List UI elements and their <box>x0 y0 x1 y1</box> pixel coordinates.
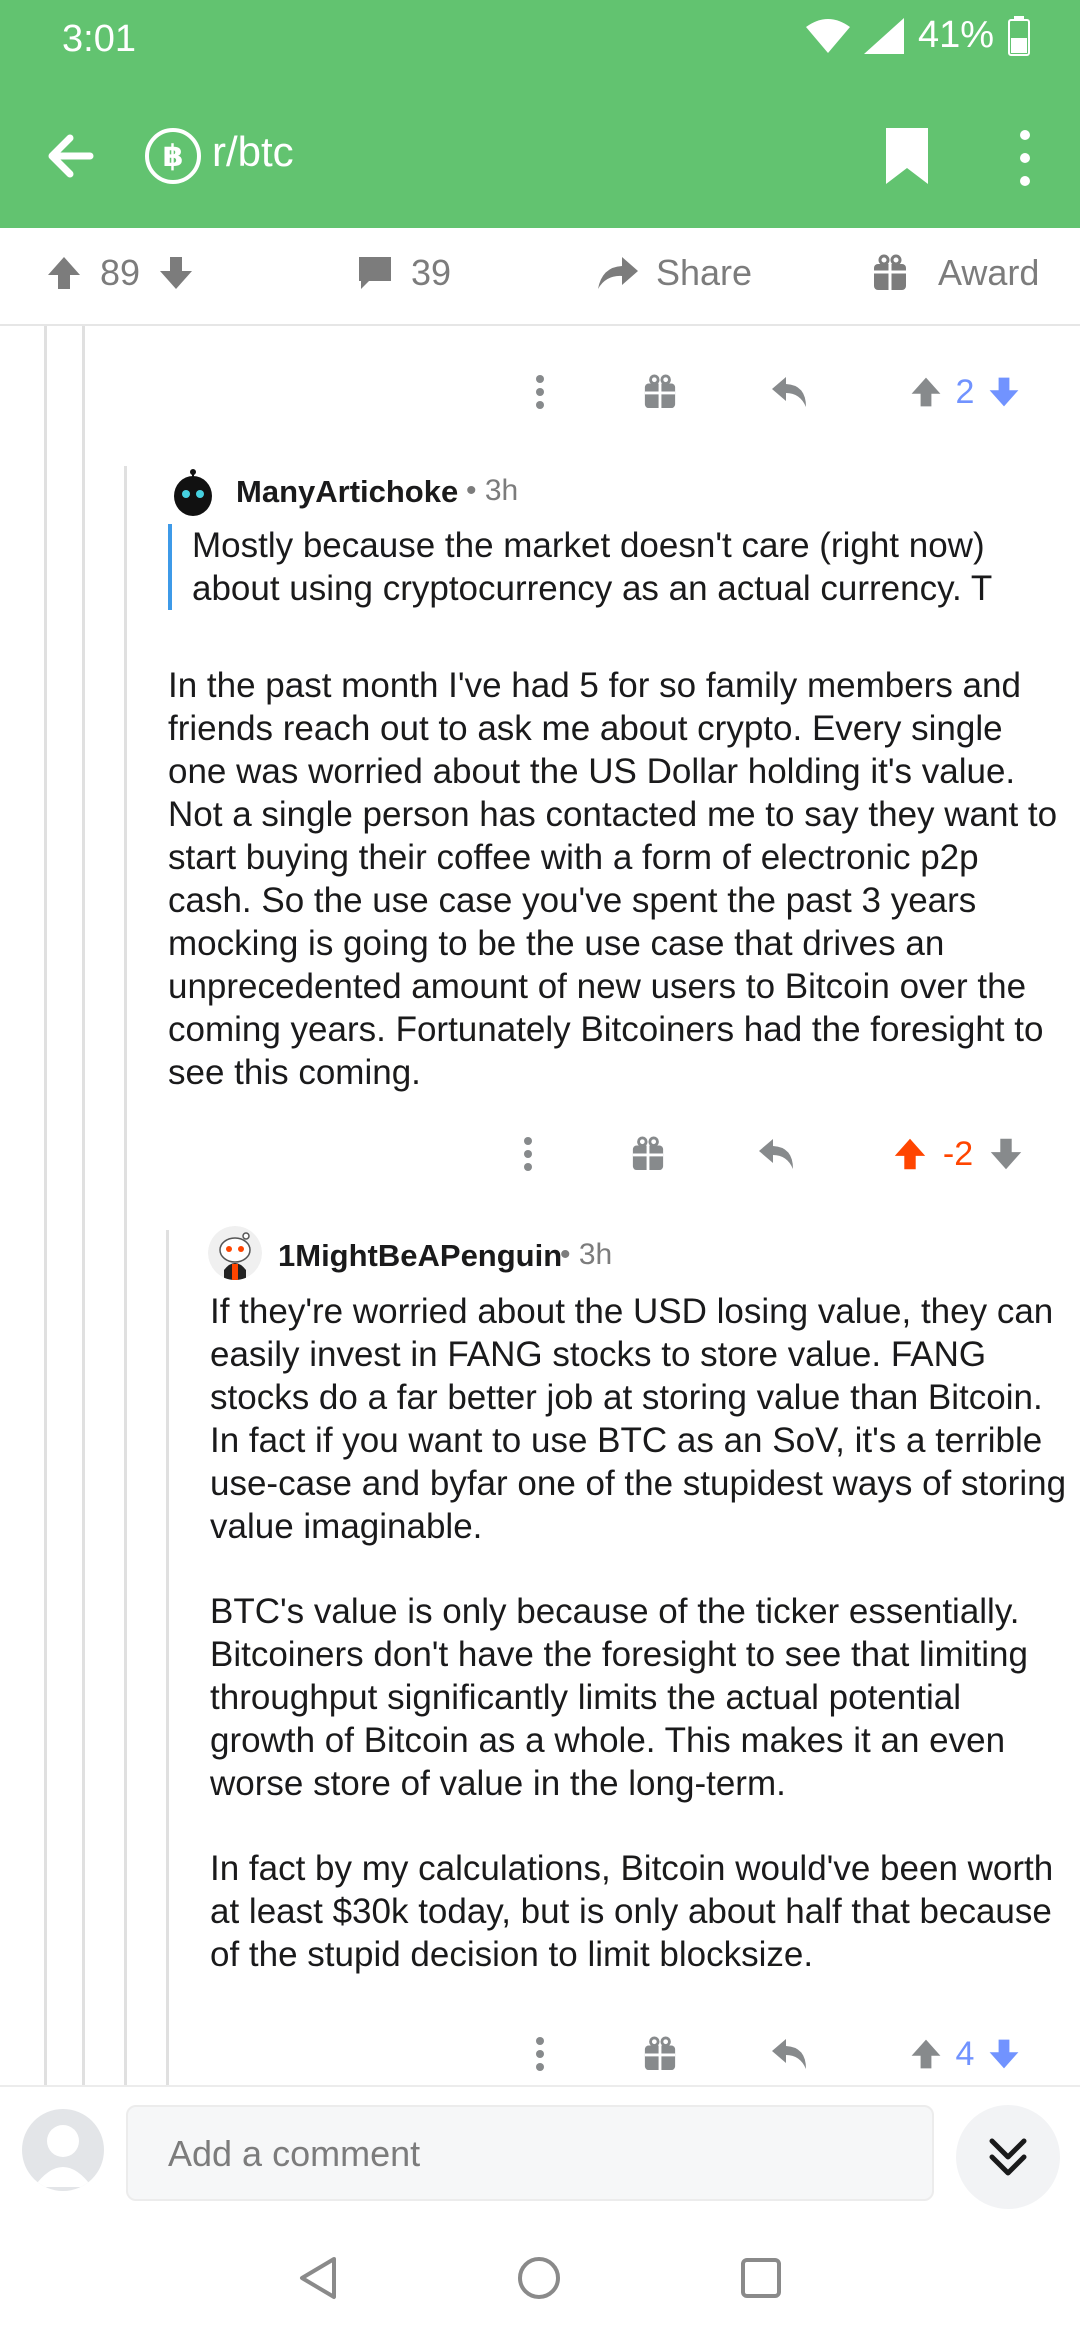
avatar[interactable] <box>166 464 220 518</box>
gift-icon <box>644 374 676 409</box>
comment-actions-c2: 4 <box>500 2024 1060 2084</box>
nav-recents-icon[interactable] <box>738 2255 784 2301</box>
overflow-menu-button[interactable] <box>1010 130 1040 186</box>
post-vote-group: 89 <box>44 252 196 294</box>
comment-paragraph: BTC's value is only because of the ticke… <box>210 1592 1028 1803</box>
give-award-button[interactable] <box>640 2024 680 2084</box>
comment-actions-c1: -2 <box>490 1124 1060 1184</box>
comments-button[interactable]: 39 <box>355 252 451 294</box>
share-button[interactable]: Share <box>596 252 752 294</box>
comment-body: In the past month I've had 5 for so fami… <box>168 664 1058 1136</box>
thread-line-depth-2 <box>82 326 85 2085</box>
reply-icon <box>772 2039 806 2069</box>
downvote-icon[interactable] <box>156 253 196 293</box>
comment-username[interactable]: 1MightBeAPenguin <box>278 1238 562 1274</box>
nav-back-icon[interactable] <box>296 2255 342 2301</box>
thread-line-depth-1 <box>44 326 47 2085</box>
reply-button[interactable] <box>765 362 815 422</box>
expand-comments-button[interactable] <box>956 2105 1060 2209</box>
user-avatar[interactable] <box>22 2109 104 2191</box>
app-header: 3:01 41% ฿ r/btc <box>0 0 1080 228</box>
vote-group: -2 <box>878 1124 1038 1184</box>
reply-icon <box>772 377 806 407</box>
comment-paragraph: In the past month I've had 5 for so fami… <box>168 666 1058 1092</box>
upvote-icon[interactable] <box>891 1135 929 1173</box>
bookmark-icon <box>886 128 928 184</box>
downvote-icon[interactable] <box>987 1135 1025 1173</box>
add-comment-input[interactable]: Add a comment <box>126 2105 934 2201</box>
award-label: Award <box>938 252 1040 293</box>
post-action-bar: 89 39 Share Award <box>0 228 1080 326</box>
comment-icon <box>359 257 391 289</box>
comment-username[interactable]: ManyArtichoke <box>236 474 458 510</box>
back-button[interactable] <box>40 126 100 186</box>
subreddit-name[interactable]: r/btc <box>212 128 294 176</box>
vote-group: 2 <box>890 362 1040 422</box>
reply-button[interactable] <box>752 1124 802 1184</box>
comment-paragraph: In fact by my calculations, Bitcoin woul… <box>210 1849 1054 1974</box>
back-arrow-icon <box>48 134 94 178</box>
comment-body: If they're worried about the USD losing … <box>210 1290 1070 2018</box>
give-award-button[interactable] <box>640 362 680 422</box>
more-icon <box>536 375 544 409</box>
app-bar: ฿ r/btc <box>0 110 1080 200</box>
thread-line-depth-4 <box>166 1230 169 2085</box>
share-label: Share <box>656 252 753 293</box>
status-time: 3:01 <box>62 18 136 60</box>
more-icon <box>524 1137 532 1171</box>
avatar[interactable] <box>208 1226 262 1280</box>
comment-count: 39 <box>411 252 452 293</box>
gift-icon <box>632 1136 664 1171</box>
vote-group: 4 <box>890 2024 1040 2084</box>
downvote-icon[interactable] <box>986 374 1022 410</box>
system-nav-bar <box>0 2215 1080 2340</box>
downvote-icon[interactable] <box>986 2036 1022 2072</box>
signal-icon <box>863 17 904 54</box>
post-vote-count: 89 <box>100 252 141 293</box>
award-button[interactable]: Award <box>872 252 1039 294</box>
gift-icon <box>644 2036 676 2071</box>
vote-count: 2 <box>955 372 975 411</box>
bitcoin-icon: ฿ <box>145 128 201 184</box>
vote-count: 4 <box>955 2034 975 2073</box>
more-icon <box>536 2037 544 2071</box>
battery-percent: 41% <box>917 14 994 56</box>
comment-timestamp: • 3h <box>560 1238 613 1271</box>
wifi-icon <box>805 18 850 53</box>
overflow-icon <box>1020 130 1030 140</box>
battery-icon <box>1008 15 1030 56</box>
upvote-icon[interactable] <box>44 253 84 293</box>
bookmark-button[interactable] <box>882 124 932 188</box>
thread-line-depth-3 <box>124 466 127 2085</box>
comment-bar: Add a comment <box>0 2085 1080 2215</box>
reply-button[interactable] <box>765 2024 815 2084</box>
give-award-button[interactable] <box>628 1124 668 1184</box>
gift-icon <box>874 254 906 290</box>
nav-home-icon[interactable] <box>516 2255 562 2301</box>
chevron-double-down-icon <box>989 2138 1027 2176</box>
vote-count: -2 <box>942 1134 974 1173</box>
upvote-icon[interactable] <box>908 2036 944 2072</box>
upvote-icon[interactable] <box>908 374 944 410</box>
share-icon <box>598 257 638 289</box>
reply-icon <box>759 1139 793 1169</box>
more-button[interactable] <box>520 362 560 422</box>
more-button[interactable] <box>520 2024 560 2084</box>
more-button[interactable] <box>508 1124 548 1184</box>
status-icons: 41% <box>805 14 1030 57</box>
comment-paragraph: If they're worried about the USD losing … <box>210 1292 1067 1546</box>
comment-timestamp: • 3h <box>466 474 519 507</box>
comment-quote: Mostly because the market doesn't care (… <box>168 524 1048 610</box>
comment-actions-top: 2 <box>500 362 1060 422</box>
